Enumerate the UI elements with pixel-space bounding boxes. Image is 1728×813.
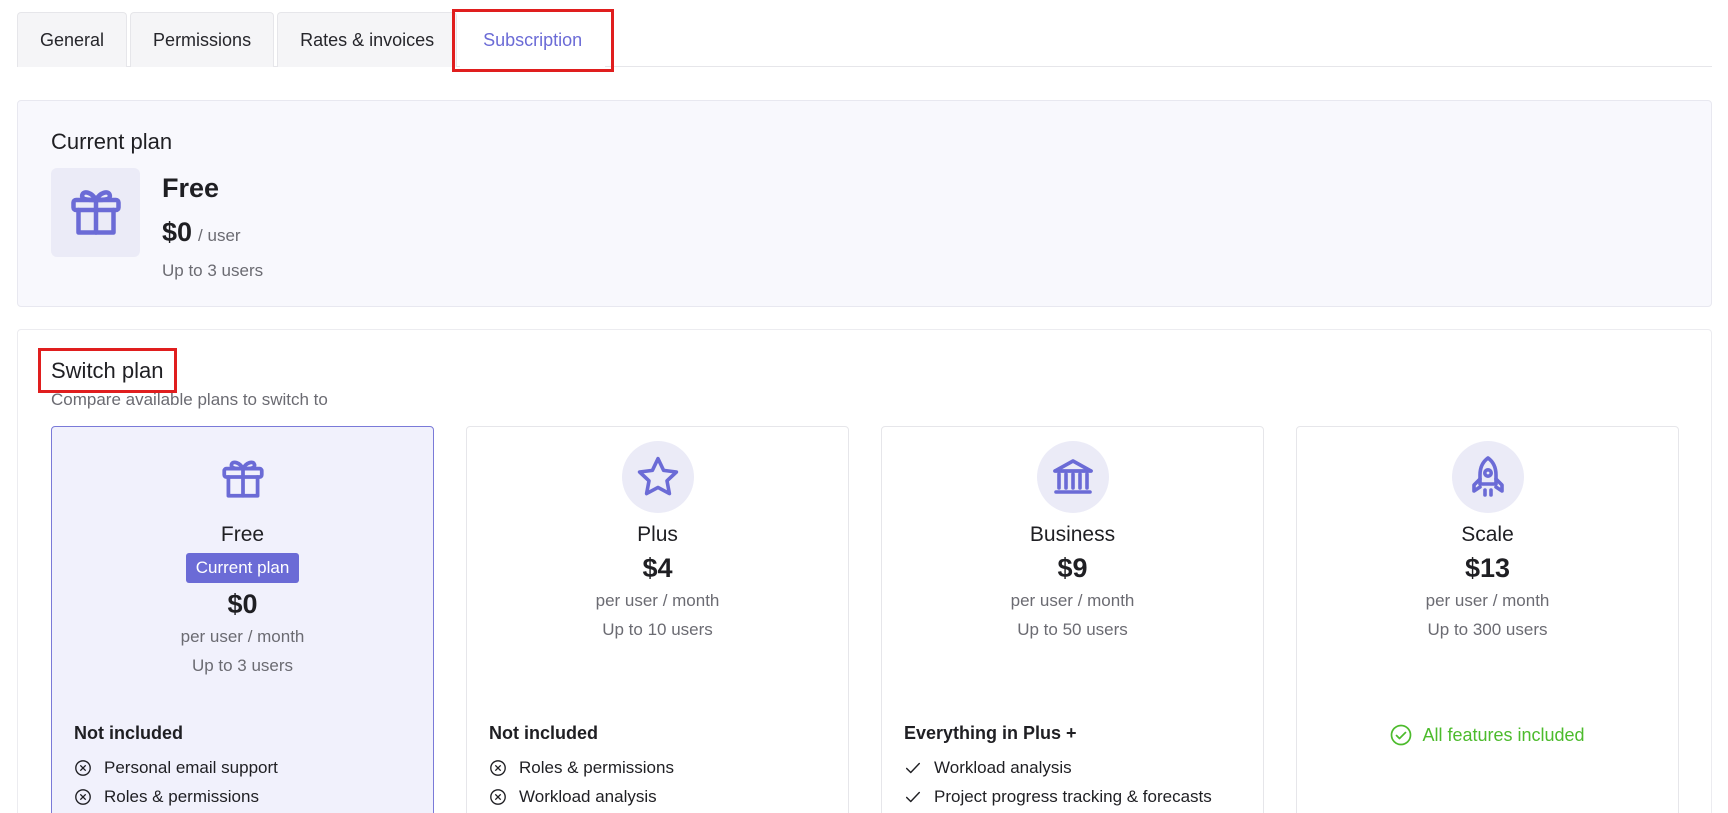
current-plan-price-value: $0 [162,217,193,247]
current-plan-name: Free [162,173,220,203]
plan-card-business[interactable]: Business $9 per user / month Up to 50 us… [881,426,1264,813]
tab-permissions[interactable]: Permissions [130,12,275,67]
x-circle-icon [75,788,91,805]
current-plan-price: $0 / user [162,217,241,248]
plan-name: Business [1029,523,1116,546]
plan-period: per user / month [595,591,720,610]
plan-features: Everything in Plus + Workload analysis P… [904,723,1212,811]
switch-plan-panel: Switch plan Compare available plans to s… [17,329,1712,813]
plan-users: Up to 10 users [602,620,713,639]
plan-period: per user / month [1425,591,1550,610]
features-title: Not included [489,723,598,743]
bank-icon [1036,441,1109,513]
feature-label: Personal email support [104,757,278,777]
gift-icon [66,180,126,245]
plan-price: $13 [1464,553,1511,583]
plan-features: Not included Personal email support Role… [74,723,278,811]
current-plan-icon-box [51,168,140,257]
features-title: Everything in Plus + [904,723,1077,743]
all-features-label: All features included [1422,724,1585,745]
feature-item: Roles & permissions [489,753,674,782]
plan-card-plus[interactable]: Plus $4 per user / month Up to 10 users … [466,426,849,813]
tab-rates-invoices[interactable]: Rates & invoices [277,12,458,67]
switch-plan-subtitle: Compare available plans to switch to [51,390,328,409]
feature-item: Workload analysis [489,782,674,811]
feature-label: Roles & permissions [104,786,259,806]
checkmark-icon [905,791,921,802]
x-circle-icon [490,788,506,805]
plan-price: $4 [642,553,673,583]
feature-label: Project progress tracking & forecasts [934,786,1212,806]
check-circle-icon [1391,724,1412,746]
plan-period: per user / month [1010,591,1135,610]
plan-price: $0 [227,589,258,619]
tab-general[interactable]: General [17,12,128,67]
plan-period: per user / month [180,627,305,646]
plan-name: Scale [1461,523,1514,546]
x-circle-icon [490,759,506,776]
feature-item: Workload analysis [904,753,1212,782]
feature-label: Roles & permissions [519,757,674,777]
current-plan-users: Up to 3 users [162,261,264,280]
features-title: Not included [74,723,183,743]
plan-users: Up to 300 users [1427,620,1548,639]
star-icon [621,441,694,513]
plan-card-free[interactable]: Free Current plan $0 per user / month Up… [51,426,434,813]
current-plan-price-unit: / user [198,226,241,245]
all-features-included: All features included [1297,724,1678,746]
feature-item: Personal email support [74,753,278,782]
feature-label: Workload analysis [934,757,1072,777]
switch-plan-title: Switch plan [38,348,176,393]
feature-label: Workload analysis [519,786,657,806]
x-circle-icon [75,759,91,776]
gift-icon [207,441,279,513]
current-plan-title: Current plan [51,129,173,154]
tab-subscription[interactable]: Subscription [452,9,615,72]
current-plan-badge: Current plan [185,553,300,583]
plan-name: Free [220,523,265,546]
feature-item: Project progress tracking & forecasts [904,782,1212,811]
plan-card-scale[interactable]: Scale $13 per user / month Up to 300 use… [1296,426,1679,813]
rocket-icon [1451,441,1524,513]
plan-features: Not included Roles & permissions Workloa… [489,723,674,811]
plan-users: Up to 50 users [1017,620,1128,639]
plan-name: Plus [637,523,678,546]
tab-bar: General Permissions Rates & invoices Sub… [17,9,1712,72]
current-plan-panel: Current plan Free $0 / user Up to 3 users [17,100,1712,307]
plan-price: $9 [1057,553,1088,583]
plan-users: Up to 3 users [191,656,294,675]
feature-item: Roles & permissions [74,782,278,811]
checkmark-icon [905,762,921,773]
